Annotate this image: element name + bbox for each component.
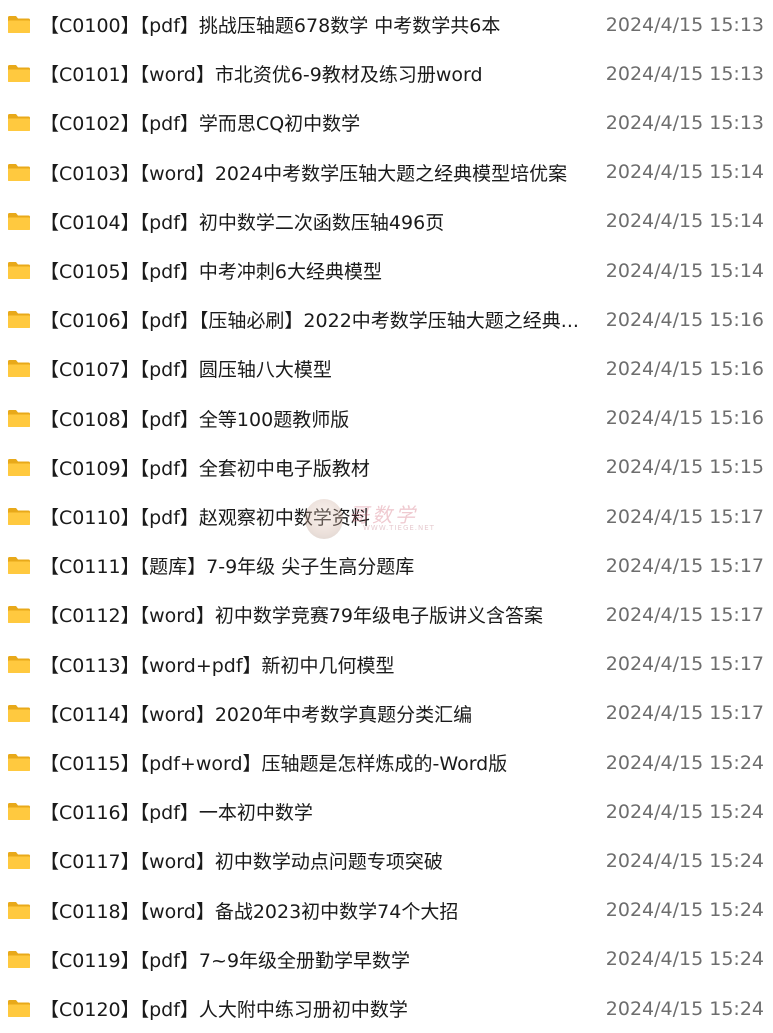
file-date-modified: 2024/4/15 15:16 <box>605 357 764 380</box>
file-name: 【C0100】【pdf】挑战压轴题678数学 中考数学共6本 <box>40 15 501 37</box>
file-date-modified: 2024/4/15 15:14 <box>605 210 764 233</box>
folder-icon <box>8 655 30 673</box>
folder-icon <box>8 508 30 525</box>
file-date-modified: 2024/4/15 15:24 <box>605 751 764 774</box>
file-name: 【C0117】【word】初中数学动点问题专项突破 <box>40 851 443 874</box>
file-row[interactable]: 【C0110】【pdf】赵观察初中数学资料 2024/4/15 15:17 <box>0 492 773 541</box>
file-name: 【C0102】【pdf】学而思CQ初中数学 <box>40 113 361 136</box>
folder-icon <box>8 704 30 722</box>
file-date-modified: 2024/4/15 15:24 <box>605 997 764 1020</box>
file-date-modified: 2024/4/15 15:17 <box>605 702 764 725</box>
file-row[interactable]: 【C0112】【word】初中数学竞赛79年级电子版讲义含答案 2024/4/15… <box>0 590 773 639</box>
file-row[interactable]: 【C0116】【pdf】一本初中数学 2024/4/15 15:24 <box>0 787 773 836</box>
folder-icon <box>8 16 30 33</box>
file-date-modified: 2024/4/15 15:17 <box>605 603 764 626</box>
folder-icon <box>8 606 30 624</box>
file-date-modified: 2024/4/15 15:14 <box>605 259 764 282</box>
file-date-modified: 2024/4/15 15:24 <box>605 849 764 872</box>
file-name: 【C0115】【pdf+word】压轴题是怎样炼成的-Word版 <box>40 753 508 775</box>
file-row[interactable]: 【C0103】【word】2024中考数学压轴大题之经典模型培优案 2024/4/… <box>0 148 773 197</box>
folder-icon <box>8 212 30 230</box>
file-row[interactable]: 【C0113】【word+pdf】新初中几何模型 2024/4/15 15:17 <box>0 640 773 689</box>
file-row[interactable]: 【C0107】【pdf】圆压轴八大模型 2024/4/15 15:16 <box>0 344 773 393</box>
file-name: 【C0110】【pdf】赵观察初中数学资料 <box>40 507 370 529</box>
file-name: 【C0119】【pdf】7~9年级全册勤学早数学 <box>40 949 411 972</box>
folder-icon <box>8 803 30 821</box>
file-name: 【C0108】【pdf】全等100题教师版 <box>40 408 350 431</box>
file-row[interactable]: 【C0102】【pdf】学而思CQ初中数学 2024/4/15 15:13 <box>0 98 773 147</box>
file-date-modified: 2024/4/15 15:24 <box>605 948 764 971</box>
file-date-modified: 2024/4/15 15:13 <box>605 62 764 85</box>
file-date-modified: 2024/4/15 15:24 <box>605 899 764 922</box>
file-row[interactable]: 【C0114】【word】2020年中考数学真题分类汇编 2024/4/15 15… <box>0 689 773 738</box>
file-name: 【C0109】【pdf】全套初中电子版教材 <box>40 457 370 480</box>
file-name: 【C0107】【pdf】圆压轴八大模型 <box>40 359 332 382</box>
file-name: 【C0104】【pdf】初中数学二次函数压轴496页 <box>40 211 445 234</box>
folder-icon <box>8 311 30 329</box>
folder-icon <box>8 262 30 279</box>
file-date-modified: 2024/4/15 15:17 <box>605 505 764 528</box>
file-row[interactable]: 【C0101】【word】市北资优6-9教材及练习册word 2024/4/15 … <box>0 49 773 98</box>
file-date-modified: 2024/4/15 15:14 <box>605 161 764 184</box>
file-date-modified: 2024/4/15 15:13 <box>605 111 764 134</box>
file-name: 【C0103】【word】2024中考数学压轴大题之经典模型培优案 <box>40 162 568 185</box>
file-date-modified: 2024/4/15 15:16 <box>605 308 764 331</box>
file-row[interactable]: 【C0108】【pdf】全等100题教师版 2024/4/15 15:16 <box>0 394 773 443</box>
file-date-modified: 2024/4/15 15:24 <box>605 800 764 823</box>
file-name: 【C0105】【pdf】中考冲刺6大经典模型 <box>40 261 383 283</box>
folder-icon <box>8 557 30 575</box>
file-row[interactable]: 【C0105】【pdf】中考冲刺6大经典模型 2024/4/15 15:14 <box>0 246 773 295</box>
folder-icon <box>8 65 30 83</box>
folder-icon <box>8 901 30 919</box>
file-list: 【C0100】【pdf】挑战压轴题678数学 中考数学共6本 2024/4/15 … <box>0 0 773 1024</box>
file-name: 【C0106】【pdf】【压轴必刷】2022中考数学压轴大题之经典... <box>40 310 579 333</box>
file-date-modified: 2024/4/15 15:16 <box>605 407 764 430</box>
file-row[interactable]: 【C0111】【题库】7-9年级 尖子生高分题库 2024/4/15 15:17 <box>0 541 773 590</box>
file-name: 【C0120】【pdf】人大附中练习册初中数学 <box>40 999 408 1021</box>
file-row[interactable]: 【C0117】【word】初中数学动点问题专项突破 2024/4/15 15:24 <box>0 836 773 885</box>
file-row[interactable]: 【C0100】【pdf】挑战压轴题678数学 中考数学共6本 2024/4/15 … <box>0 0 773 49</box>
folder-icon <box>8 360 30 378</box>
file-name: 【C0111】【题库】7-9年级 尖子生高分题库 <box>40 556 415 579</box>
file-name: 【C0113】【word+pdf】新初中几何模型 <box>40 654 395 677</box>
folder-icon <box>8 163 30 181</box>
folder-icon <box>8 950 30 968</box>
file-date-modified: 2024/4/15 15:17 <box>605 554 764 577</box>
file-name: 【C0114】【word】2020年中考数学真题分类汇编 <box>40 703 473 726</box>
file-name: 【C0116】【pdf】一本初中数学 <box>40 802 313 825</box>
file-date-modified: 2024/4/15 15:15 <box>605 456 764 479</box>
folder-icon <box>8 458 30 476</box>
folder-icon <box>8 852 30 870</box>
folder-icon <box>8 754 30 771</box>
folder-icon <box>8 409 30 427</box>
folder-icon <box>8 1000 30 1017</box>
file-row[interactable]: 【C0109】【pdf】全套初中电子版教材 2024/4/15 15:15 <box>0 443 773 492</box>
folder-icon <box>8 114 30 132</box>
file-date-modified: 2024/4/15 15:13 <box>605 13 764 36</box>
file-name: 【C0101】【word】市北资优6-9教材及练习册word <box>40 64 483 87</box>
file-row[interactable]: 【C0115】【pdf+word】压轴题是怎样炼成的-Word版 2024/4/1… <box>0 738 773 787</box>
file-name: 【C0118】【word】备战2023初中数学74个大招 <box>40 900 459 923</box>
file-row[interactable]: 【C0119】【pdf】7~9年级全册勤学早数学 2024/4/15 15:24 <box>0 935 773 984</box>
file-row[interactable]: 【C0104】【pdf】初中数学二次函数压轴496页 2024/4/15 15:1… <box>0 197 773 246</box>
file-row[interactable]: 【C0106】【pdf】【压轴必刷】2022中考数学压轴大题之经典... 2024… <box>0 295 773 344</box>
file-row[interactable]: 【C0118】【word】备战2023初中数学74个大招 2024/4/15 15… <box>0 886 773 935</box>
file-row[interactable]: 【C0120】【pdf】人大附中练习册初中数学 2024/4/15 15:24 <box>0 984 773 1033</box>
file-name: 【C0112】【word】初中数学竞赛79年级电子版讲义含答案 <box>40 605 544 628</box>
file-date-modified: 2024/4/15 15:17 <box>605 653 764 676</box>
